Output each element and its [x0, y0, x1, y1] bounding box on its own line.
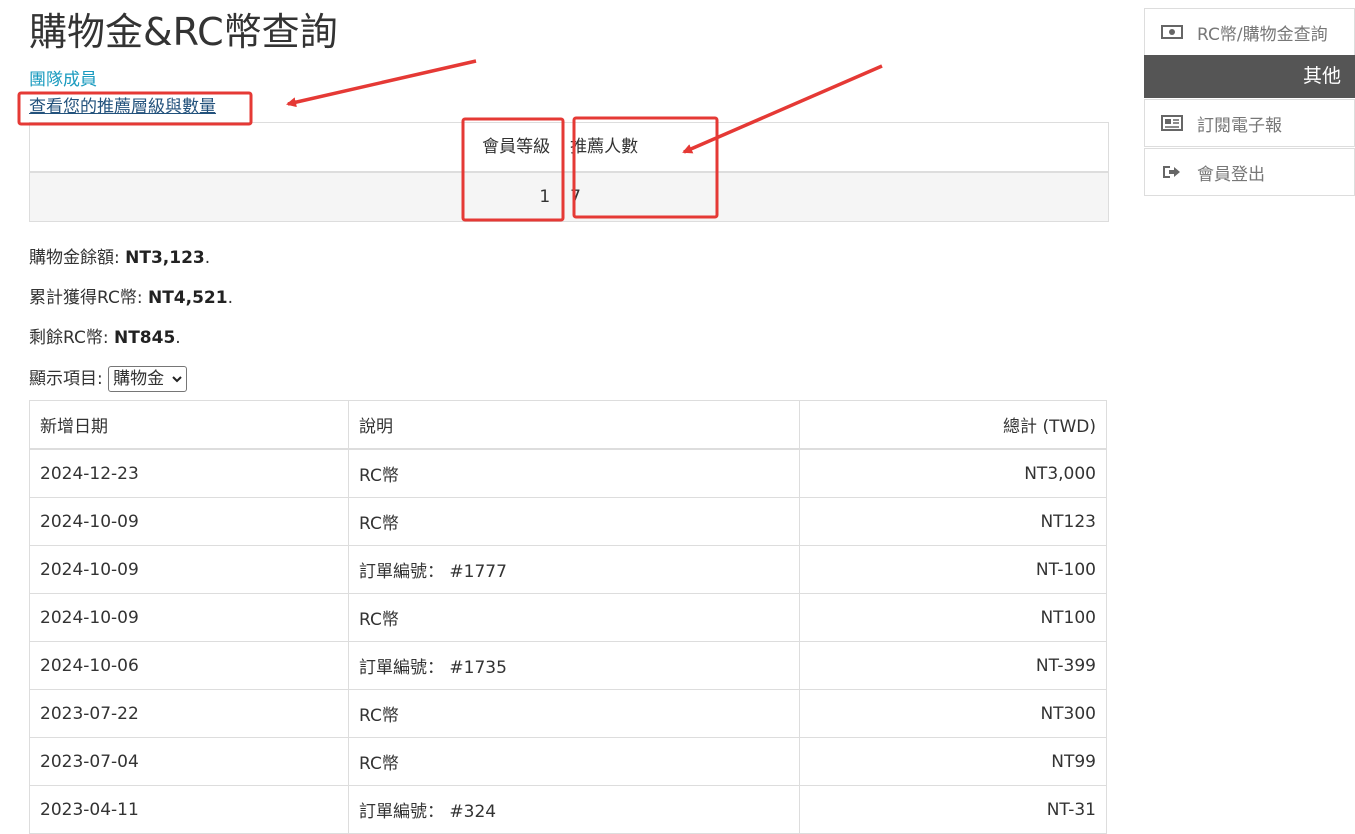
table-row: 2023-04-11 訂單編號： #324 NT-31 — [29, 785, 1107, 834]
row-date: 2024-10-09 — [29, 593, 349, 642]
referral-count-header: 推薦人數 — [570, 137, 639, 157]
row-description: RC幣 — [348, 593, 800, 642]
table-row: 2024-10-09 RC幣 NT123 — [29, 497, 1107, 546]
row-total: NT99 — [799, 737, 1107, 786]
table-row: 2024-12-23 RC幣 NT3,000 — [29, 448, 1107, 498]
referral-data-row: 1 7 — [30, 173, 1108, 221]
shopping-balance: 購物金餘額: NT3,123. — [29, 248, 211, 268]
rc-remaining-value: NT845 — [113, 328, 176, 348]
date-column-header: 新增日期 — [29, 400, 349, 450]
team-members-link[interactable]: 團隊成員 — [29, 69, 97, 91]
rc-total-value: NT4,521 — [147, 288, 228, 308]
filter-label: 顯示項目: — [29, 369, 103, 389]
sidebar-item-label: RC幣/購物金查詢 — [1197, 24, 1328, 45]
row-date: 2023-04-11 — [29, 785, 349, 834]
member-level-header: 會員等級 — [482, 137, 551, 157]
sidebar-item-label: 訂閱電子報 — [1197, 115, 1282, 136]
table-row: 2024-10-09 訂單編號： #1777 NT-100 — [29, 545, 1107, 594]
row-description: RC幣 — [348, 448, 800, 498]
table-header-row: 新增日期 說明 總計 (TWD) — [29, 400, 1107, 450]
row-total: NT300 — [799, 689, 1107, 738]
row-total: NT-100 — [799, 545, 1107, 594]
shopping-balance-label: 購物金餘額: — [29, 248, 126, 268]
display-filter: 顯示項目: 購物金 — [29, 366, 187, 392]
sidebar-item-rc-query[interactable]: RC幣/購物金查詢 — [1144, 8, 1355, 56]
row-total: NT3,000 — [799, 448, 1107, 498]
row-date: 2023-07-22 — [29, 689, 349, 738]
newspaper-icon — [1161, 115, 1183, 131]
row-description: RC幣 — [348, 497, 800, 546]
shopping-balance-value: NT3,123 — [125, 248, 205, 268]
row-date: 2024-10-09 — [29, 497, 349, 546]
total-column-header: 總計 (TWD) — [799, 400, 1107, 450]
description-column-header: 說明 — [348, 400, 800, 450]
row-description: RC幣 — [348, 737, 800, 786]
referral-count-value: 7 — [570, 187, 581, 207]
sidebar-section-other: 其他 — [1144, 55, 1355, 98]
row-description: 訂單編號： #1735 — [348, 641, 800, 690]
annotation-arrow-left — [286, 59, 477, 108]
row-date: 2024-10-06 — [29, 641, 349, 690]
row-description: 訂單編號： #324 — [348, 785, 800, 834]
money-icon — [1161, 25, 1183, 39]
sidebar-item-label: 會員登出 — [1197, 164, 1265, 185]
chevron-down-icon — [171, 376, 182, 383]
transactions-table: 新增日期 說明 總計 (TWD) 2024-12-23 RC幣 NT3,000 202… — [29, 400, 1107, 834]
member-level-value: 1 — [539, 187, 551, 207]
referral-level-link[interactable]: 查看您的推薦層級與數量 — [29, 96, 216, 118]
table-row: 2023-07-22 RC幣 NT300 — [29, 689, 1107, 738]
row-total: NT123 — [799, 497, 1107, 546]
row-date: 2024-10-09 — [29, 545, 349, 594]
display-item-select[interactable]: 購物金 — [108, 366, 187, 392]
sidebar-item-logout[interactable]: 會員登出 — [1144, 148, 1355, 196]
filter-selected-value: 購物金 — [113, 369, 165, 389]
sign-out-icon — [1163, 166, 1180, 178]
rc-remaining: 剩餘RC幣: NT845. — [29, 328, 181, 348]
row-total: NT-399 — [799, 641, 1107, 690]
row-description: RC幣 — [348, 689, 800, 738]
table-row: 2023-07-04 RC幣 NT99 — [29, 737, 1107, 786]
row-description: 訂單編號： #1777 — [348, 545, 800, 594]
referral-header-row: 會員等級 推薦人數 — [30, 123, 1108, 173]
referral-table: 會員等級 推薦人數 1 7 — [29, 122, 1109, 222]
row-total: NT100 — [799, 593, 1107, 642]
rc-total-label: 累計獲得RC幣: — [29, 288, 148, 308]
rc-total: 累計獲得RC幣: NT4,521. — [29, 288, 233, 308]
page-title: 購物金&RC幣查詢 — [29, 10, 338, 54]
table-row: 2024-10-09 RC幣 NT100 — [29, 593, 1107, 642]
row-date: 2023-07-04 — [29, 737, 349, 786]
sidebar-item-newsletter[interactable]: 訂閱電子報 — [1144, 99, 1355, 147]
rc-remaining-label: 剩餘RC幣: — [29, 328, 114, 348]
row-date: 2024-12-23 — [29, 448, 349, 498]
table-row: 2024-10-06 訂單編號： #1735 NT-399 — [29, 641, 1107, 690]
row-total: NT-31 — [799, 785, 1107, 834]
